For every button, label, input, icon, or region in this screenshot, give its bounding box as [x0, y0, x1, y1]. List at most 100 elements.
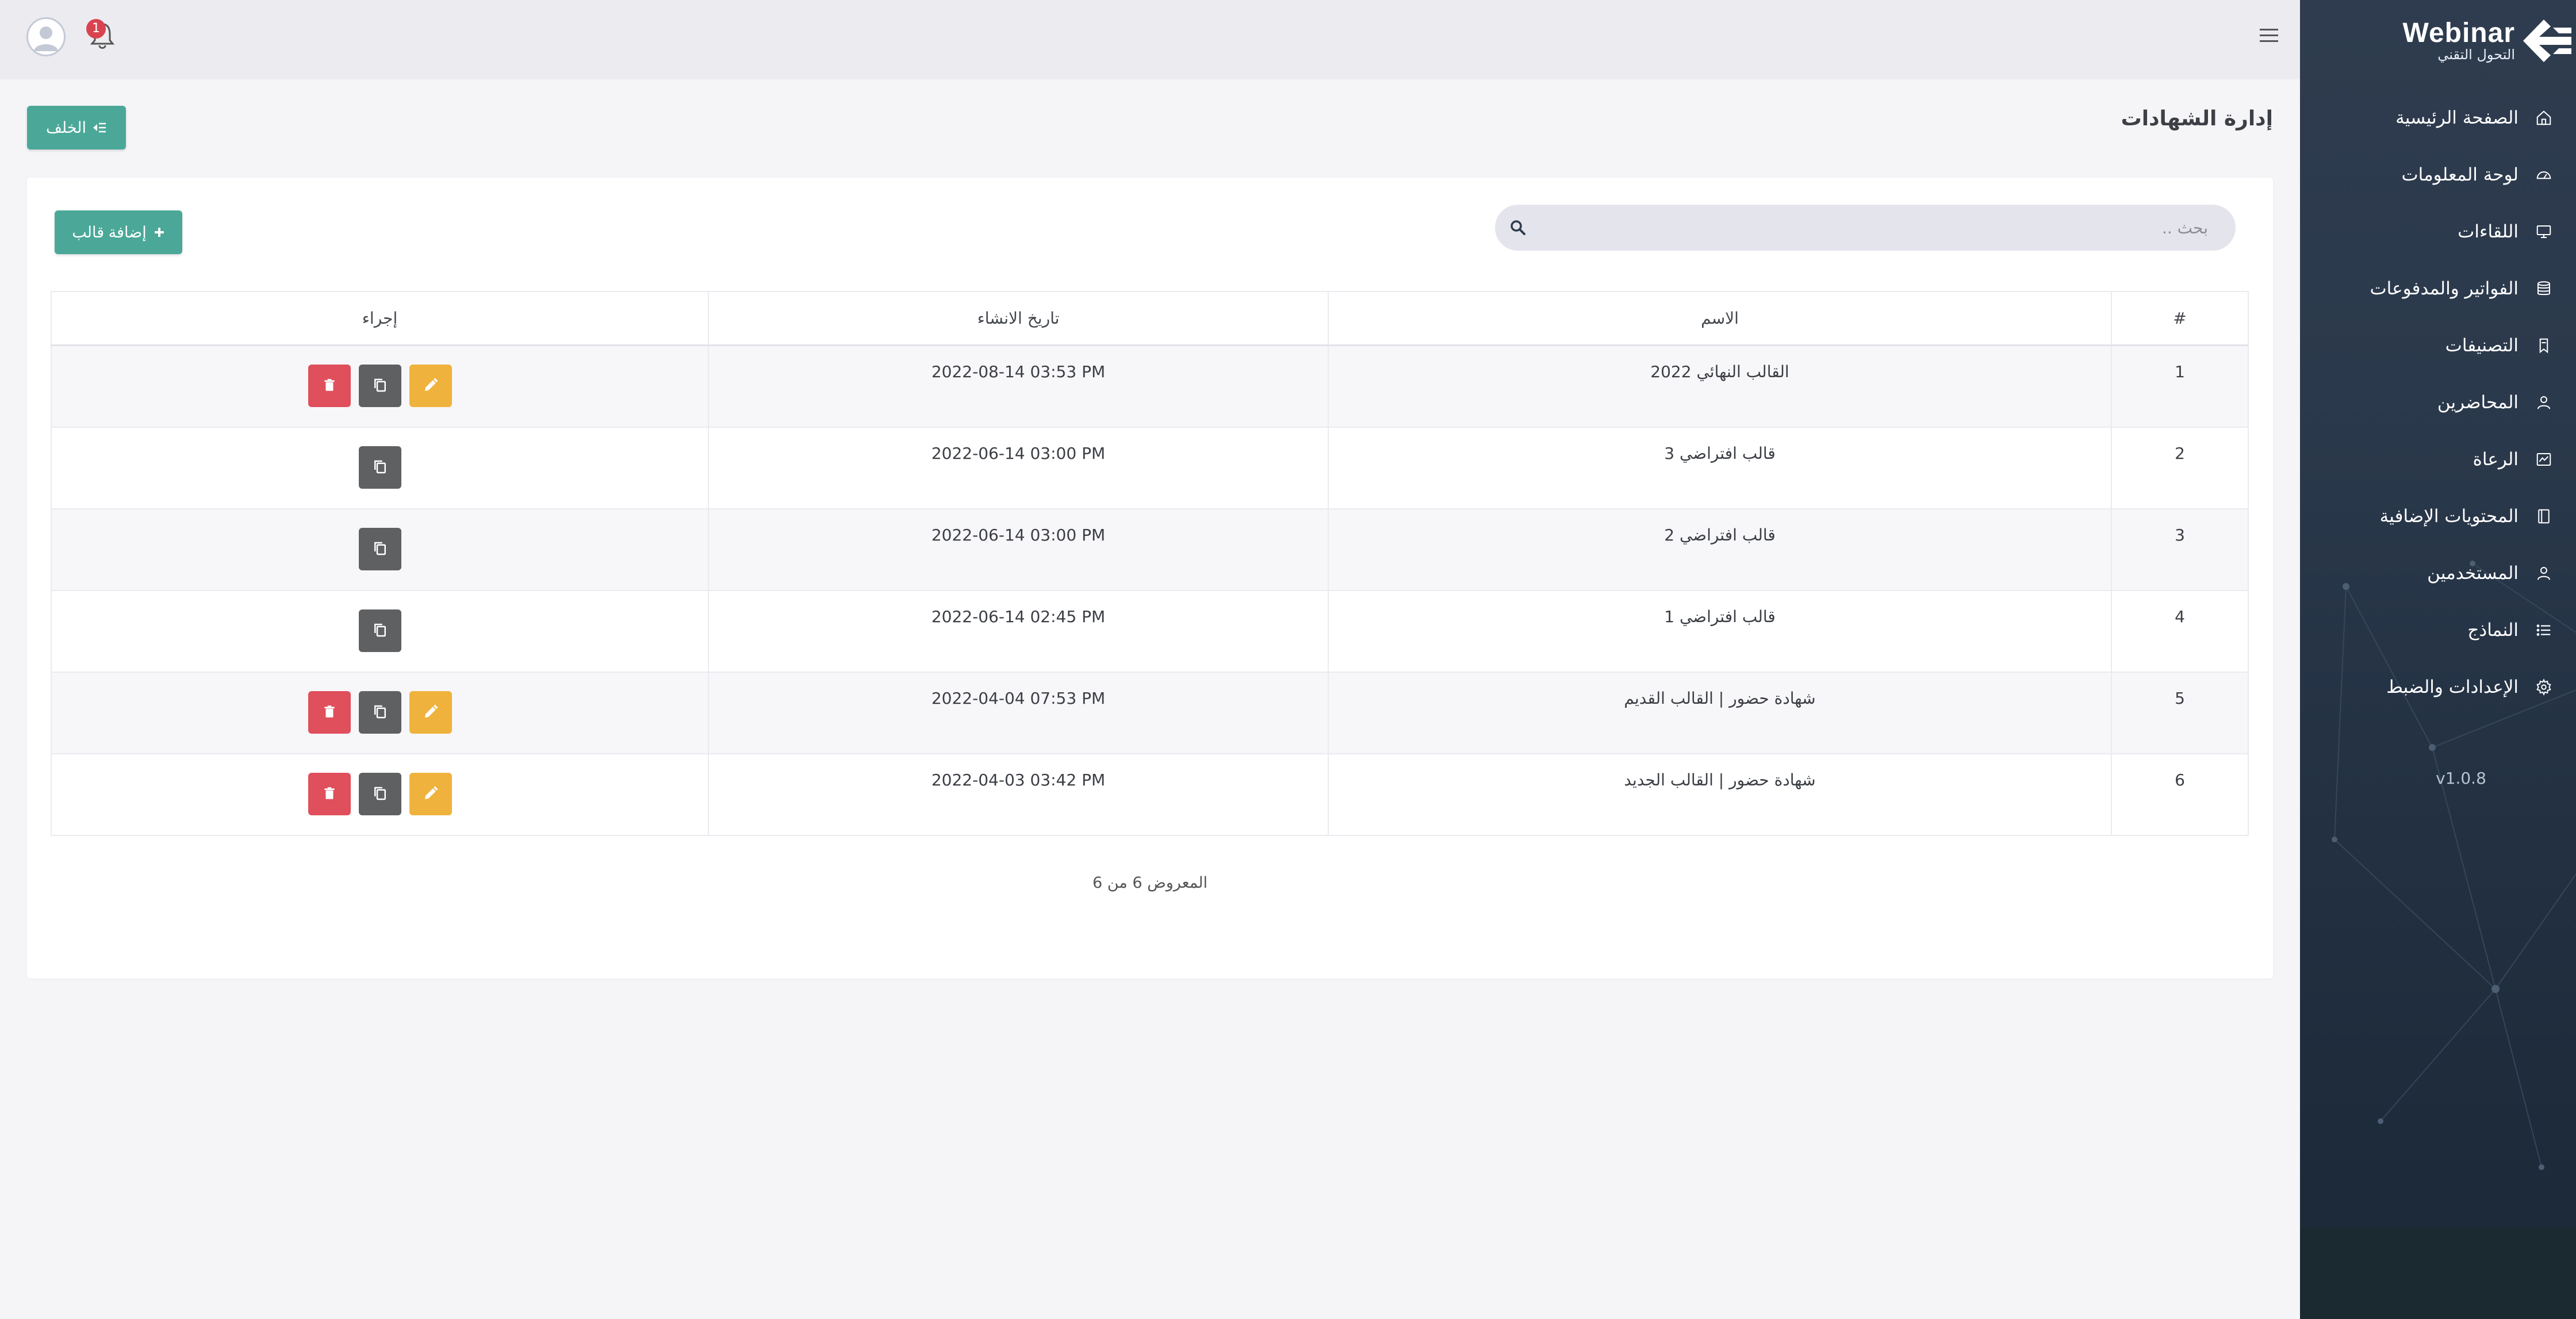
sidebar-item-settings[interactable]: الإعدادات والضبط: [2300, 658, 2576, 715]
row-actions: [308, 770, 452, 835]
duplicate-button[interactable]: [358, 691, 401, 734]
sidebar-item-invoices[interactable]: الفواتير والمدفوعات: [2300, 260, 2576, 317]
column-header-name[interactable]: الاسم: [1328, 292, 2111, 344]
cell-number: 5: [2111, 673, 2249, 753]
pencil-icon: [422, 377, 439, 396]
cell-actions: [51, 754, 708, 835]
sidebar-item-dashboard[interactable]: لوحة المعلومات: [2300, 146, 2576, 203]
cell-name: شهادة حضور | القالب القديم: [1328, 673, 2111, 753]
row-actions: [308, 689, 452, 753]
row-number: 3: [2175, 526, 2185, 545]
cell-date: 2022-06-14 03:00 PM: [708, 509, 1328, 590]
sidebar-item-label: لوحة المعلومات: [2401, 164, 2518, 185]
duplicate-button[interactable]: [358, 365, 401, 407]
created-date: 2022-06-14 02:45 PM: [931, 607, 1106, 626]
avatar[interactable]: [26, 17, 66, 56]
edit-button[interactable]: [409, 773, 452, 815]
duplicate-button[interactable]: [358, 609, 401, 652]
cell-number: 2: [2111, 428, 2249, 508]
cell-date: 2022-04-03 03:42 PM: [708, 754, 1328, 835]
created-date: 2022-04-04 07:53 PM: [931, 689, 1106, 708]
book-icon: [2533, 506, 2554, 527]
monitor-icon: [2533, 221, 2554, 242]
sidebar-item-extra-content[interactable]: المحتويات الإضافية: [2300, 488, 2576, 545]
back-button[interactable]: الخلف: [27, 106, 126, 149]
database-icon: [2533, 278, 2554, 299]
sidebar-item-label: المحتويات الإضافية: [2379, 505, 2518, 527]
back-arrow-icon: [93, 122, 106, 133]
table-row: 4 قالب افتراضي 1 2022-06-14 02:45 PM: [51, 591, 2249, 673]
home-icon: [2533, 108, 2554, 128]
app-version: v1.0.8: [2436, 769, 2486, 788]
column-header-number[interactable]: #: [2111, 292, 2249, 344]
edit-button[interactable]: [409, 365, 452, 407]
table-row: 3 قالب افتراضي 2 2022-06-14 03:00 PM: [51, 509, 2249, 591]
copy-icon: [371, 540, 389, 559]
sidebar-item-sponsors[interactable]: الرعاة: [2300, 431, 2576, 488]
delete-button[interactable]: [308, 773, 351, 815]
plus-icon: [154, 228, 164, 237]
list-icon: [2533, 620, 2554, 641]
delete-button[interactable]: [308, 691, 351, 734]
sponsors-icon: [2533, 449, 2554, 470]
cell-date: 2022-06-14 03:00 PM: [708, 428, 1328, 508]
row-actions: [358, 444, 401, 508]
menu-toggle-icon[interactable]: [2257, 25, 2280, 46]
copy-icon: [371, 458, 389, 477]
created-date: 2022-08-14 03:53 PM: [931, 362, 1106, 381]
trash-icon: [322, 378, 337, 394]
user-icon: [2533, 392, 2554, 413]
trash-icon: [322, 786, 337, 803]
trash-icon: [322, 704, 337, 721]
dashboard-icon: [2533, 164, 2554, 185]
cell-number: 3: [2111, 509, 2249, 590]
cell-actions: [51, 591, 708, 672]
delete-button[interactable]: [308, 365, 351, 407]
sidebar-item-meetings[interactable]: اللقاءات: [2300, 203, 2576, 260]
row-actions: [358, 607, 401, 672]
sidebar-item-label: الإعدادات والضبط: [2386, 676, 2518, 697]
copy-icon: [371, 785, 389, 804]
sidebar-item-users[interactable]: المستخدمين: [2300, 545, 2576, 601]
sidebar-item-categories[interactable]: التصنيفات: [2300, 317, 2576, 374]
copy-icon: [371, 622, 389, 641]
cell-date: 2022-04-04 07:53 PM: [708, 673, 1328, 753]
cell-actions: [51, 346, 708, 427]
template-name: قالب افتراضي 3: [1664, 444, 1776, 463]
template-name: قالب افتراضي 2: [1664, 526, 1776, 545]
search-icon[interactable]: [1509, 218, 1527, 237]
table-row: 2 قالب افتراضي 3 2022-06-14 03:00 PM: [51, 428, 2249, 509]
sidebar: Webinar التحول التقني الصفحة الرئيسية لو…: [2300, 0, 2576, 1319]
template-name: قالب افتراضي 1: [1664, 607, 1776, 626]
cell-name: القالب النهائي 2022: [1328, 346, 2111, 427]
sidebar-item-label: المحاضرين: [2437, 392, 2518, 413]
search-input[interactable]: [1541, 205, 2208, 251]
copy-icon: [371, 377, 389, 396]
cell-actions: [51, 428, 708, 508]
cell-number: 4: [2111, 591, 2249, 672]
edit-button[interactable]: [409, 691, 452, 734]
sidebar-item-label: النماذج: [2467, 619, 2518, 641]
duplicate-button[interactable]: [358, 446, 401, 489]
sidebar-item-speakers[interactable]: المحاضرين: [2300, 374, 2576, 431]
sidebar-item-label: الرعاة: [2472, 448, 2518, 470]
duplicate-button[interactable]: [358, 773, 401, 815]
add-template-button[interactable]: إضافة قالب: [55, 210, 182, 254]
table-header: # الاسم تاريخ الانشاء إجراء: [51, 292, 2249, 346]
row-number: 1: [2175, 362, 2185, 381]
row-number: 2: [2175, 444, 2185, 463]
cell-actions: [51, 673, 708, 753]
sidebar-item-forms[interactable]: النماذج: [2300, 601, 2576, 658]
sidebar-nav: الصفحة الرئيسية لوحة المعلومات اللقاءات …: [2300, 89, 2576, 715]
template-name: القالب النهائي 2022: [1650, 362, 1789, 381]
logo-title: Webinar: [2402, 18, 2515, 48]
logo[interactable]: Webinar التحول التقني: [2352, 15, 2571, 67]
column-header-action: إجراء: [51, 292, 708, 344]
page-title: إدارة الشهادات: [2121, 107, 2273, 131]
logo-arrow-icon: [2523, 20, 2571, 62]
template-name: شهادة حضور | القالب الجديد: [1624, 770, 1816, 789]
cell-date: 2022-08-14 03:53 PM: [708, 346, 1328, 427]
column-header-date[interactable]: تاريخ الانشاء: [708, 292, 1328, 344]
sidebar-item-home[interactable]: الصفحة الرئيسية: [2300, 89, 2576, 146]
duplicate-button[interactable]: [358, 528, 401, 570]
